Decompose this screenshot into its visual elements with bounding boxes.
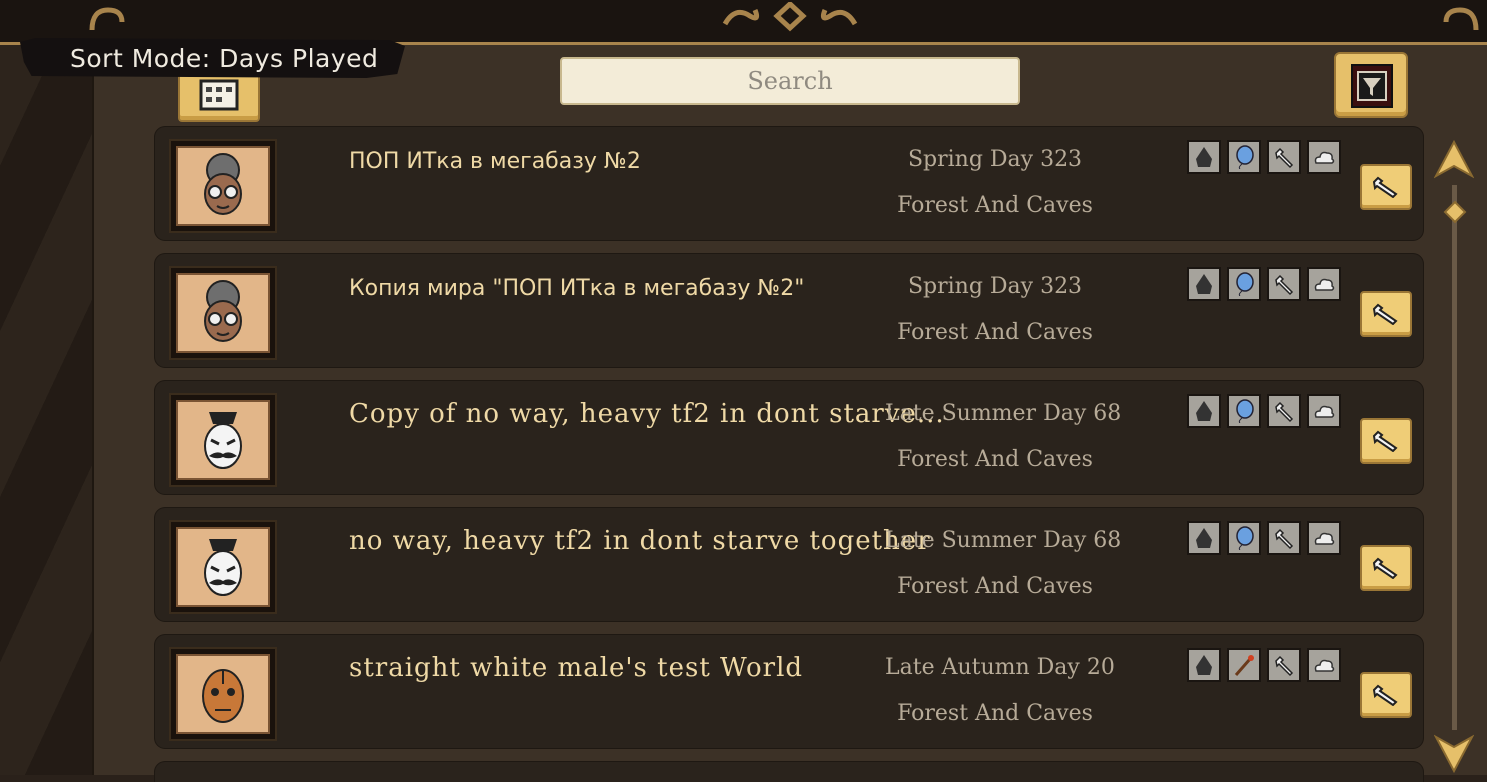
manage-mods-button[interactable] [1360,545,1412,591]
ghost-icon [1187,648,1221,682]
mod-icons [1187,648,1341,682]
mod-icons [1187,521,1341,555]
world-season: Spring Day 323 [907,274,1083,299]
sort-calendar-icon [199,79,239,111]
world-name: Копия мира "ПОП ИТка в мегабазу №2" [349,276,805,301]
cloud-icon [1307,521,1341,555]
manage-mods-button[interactable] [1360,164,1412,210]
wickerbottom-portrait-icon [204,153,242,215]
wrench-icon [1372,684,1398,706]
wrench-icon [1372,430,1398,452]
wrench-icon [1267,394,1301,428]
manage-mods-button[interactable] [1360,672,1412,718]
cloud-icon [1307,267,1341,301]
wrench-icon [1372,557,1398,579]
wrench-icon [1267,648,1301,682]
ghost-icon [1187,521,1221,555]
wrench-icon [1372,176,1398,198]
cloud-icon [1307,140,1341,174]
wrench-icon [1267,521,1301,555]
balloon-icon [1227,394,1261,428]
mod-icons [1187,140,1341,174]
balloon-icon [1227,521,1261,555]
character-portrait [169,647,277,741]
world-name: no way, heavy tf2 in dont starve togethe… [349,526,931,556]
mod-icons [1187,267,1341,301]
list-item[interactable]: ПОП ИТка в мегабазу №2 Spring Day 323 Fo… [155,127,1423,240]
character-portrait [169,520,277,614]
world-name: Copy of no way, heavy tf2 in dont starve… [349,399,945,429]
wx78-portrait-icon [202,669,244,723]
wrench-icon [1267,140,1301,174]
ghost-icon [1187,140,1221,174]
list-item[interactable]: straight white male's test World Late Au… [155,635,1423,748]
world-season: Late Autumn Day 20 [885,655,1115,680]
sort-mode-label: Sort Mode: Days Played [70,44,379,73]
world-location: Forest And Caves [897,447,1093,472]
sort-mode-button[interactable] [178,72,260,122]
world-location: Forest And Caves [897,320,1093,345]
mod-icons [1187,394,1341,428]
world-name: straight white male's test World [349,653,804,683]
staff-icon [1227,648,1261,682]
ghost-icon [1187,394,1221,428]
corner-ornament-icon [1443,7,1479,31]
list-item[interactable]: Копия мира "ПОП ИТка в мегабазу №2" Spri… [155,254,1423,367]
wrench-icon [1267,267,1301,301]
cloud-icon [1307,394,1341,428]
list-item[interactable] [155,762,1423,782]
filter-icon [1351,64,1393,108]
world-season: Late Summer Day 68 [885,401,1122,426]
filter-button[interactable] [1334,52,1408,118]
world-season: Spring Day 323 [907,147,1083,172]
world-location: Forest And Caves [897,193,1093,218]
search-input[interactable] [560,57,1020,105]
manage-mods-button[interactable] [1360,418,1412,464]
maxwell-portrait-icon [204,539,242,596]
world-location: Forest And Caves [897,574,1093,599]
arrow-down-icon[interactable] [1434,733,1474,773]
ghost-icon [1187,267,1221,301]
maxwell-portrait-icon [204,412,242,469]
ornament-icon [722,2,858,32]
wickerbottom-portrait-icon [204,280,242,342]
balloon-icon [1227,140,1261,174]
balloon-icon [1227,267,1261,301]
corner-ornament-icon [89,7,125,31]
world-name: ПОП ИТка в мегабазу №2 [349,149,641,174]
character-portrait [169,266,277,360]
cloud-icon [1307,648,1341,682]
world-season: Late Summer Day 68 [885,528,1122,553]
character-portrait [169,139,277,233]
manage-mods-button[interactable] [1360,291,1412,337]
list-item[interactable]: Copy of no way, heavy tf2 in dont starve… [155,381,1423,494]
scroll-thumb[interactable] [1443,200,1467,224]
list-item[interactable]: no way, heavy tf2 in dont starve togethe… [155,508,1423,621]
wrench-icon [1372,303,1398,325]
top-trim [0,0,1487,45]
scroll-track[interactable] [1452,185,1457,730]
character-portrait [169,393,277,487]
arrow-up-icon[interactable] [1434,140,1474,180]
world-location: Forest And Caves [897,701,1093,726]
